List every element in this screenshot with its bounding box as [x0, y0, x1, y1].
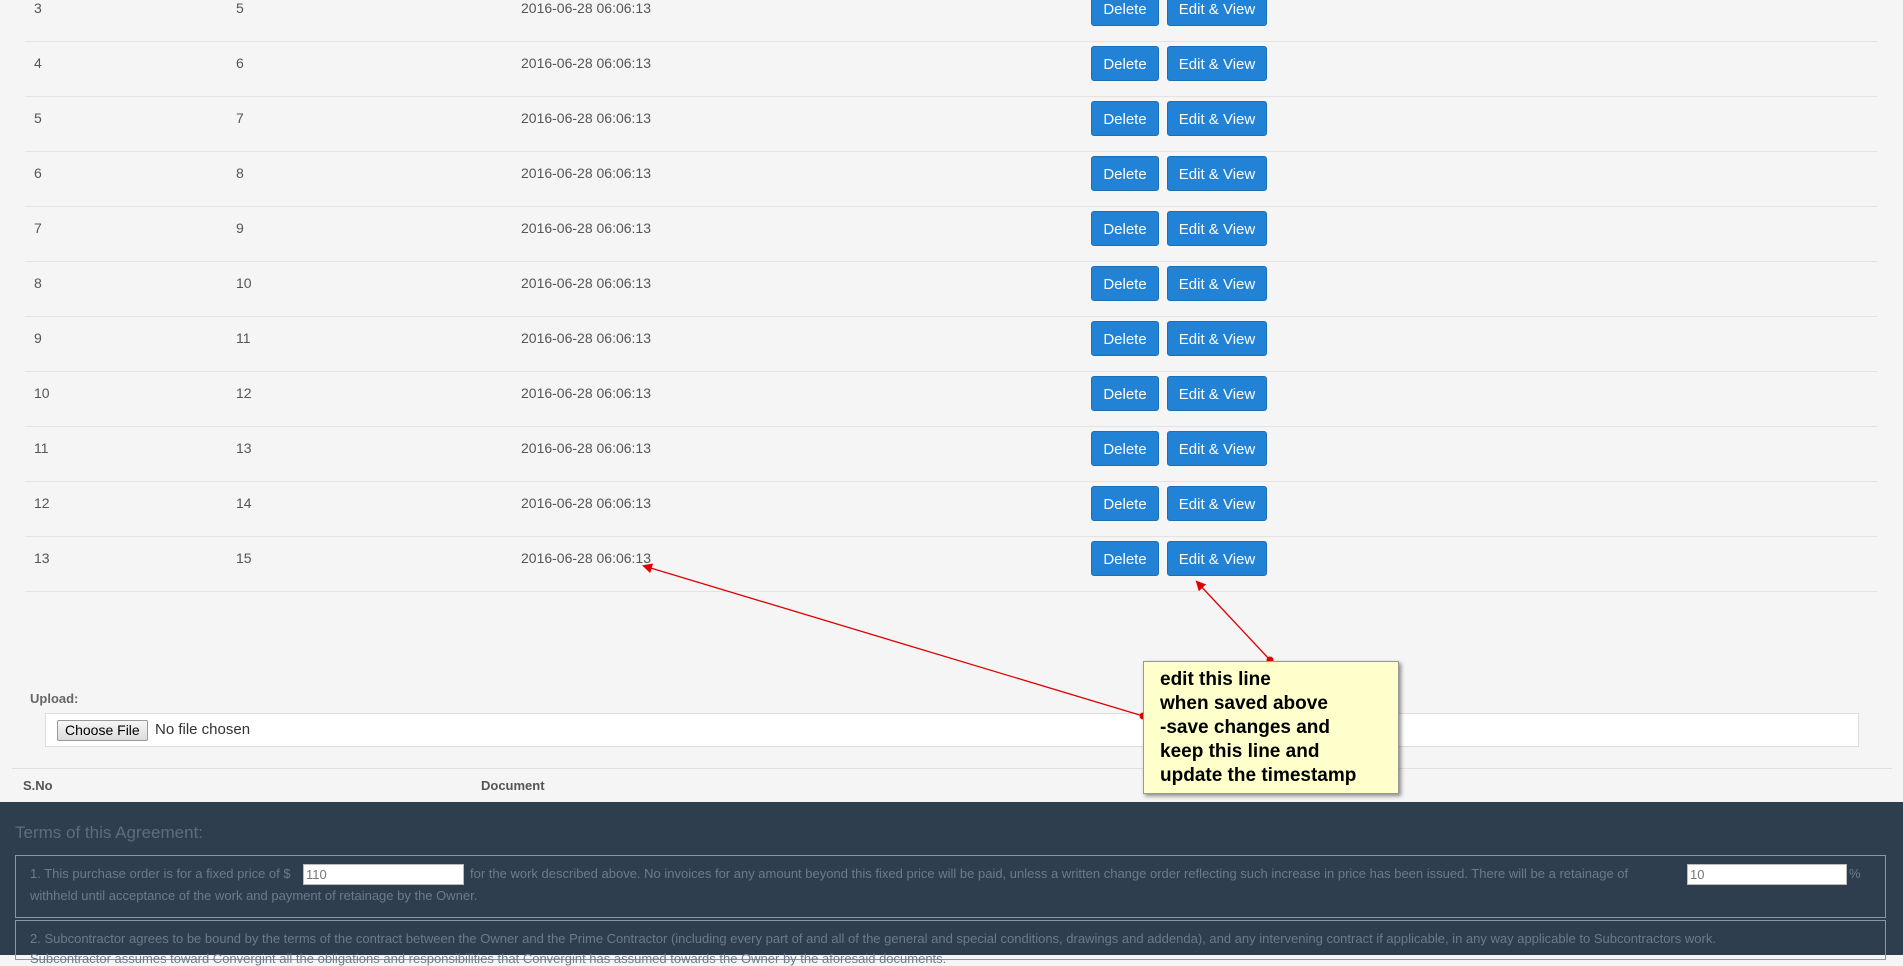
arrow-to-edit-button [1195, 580, 1271, 661]
note-line: update the timestamp [1160, 765, 1357, 786]
annotation-note: edit this line when saved above -save ch… [1143, 661, 1399, 794]
note-line: -save changes and [1160, 717, 1331, 738]
note-line: keep this line and [1160, 741, 1320, 762]
arrow-to-timestamp [642, 563, 1144, 717]
annotation-arrows [642, 563, 1274, 720]
note-line: edit this line [1160, 669, 1271, 690]
note-line: when saved above [1160, 693, 1328, 714]
